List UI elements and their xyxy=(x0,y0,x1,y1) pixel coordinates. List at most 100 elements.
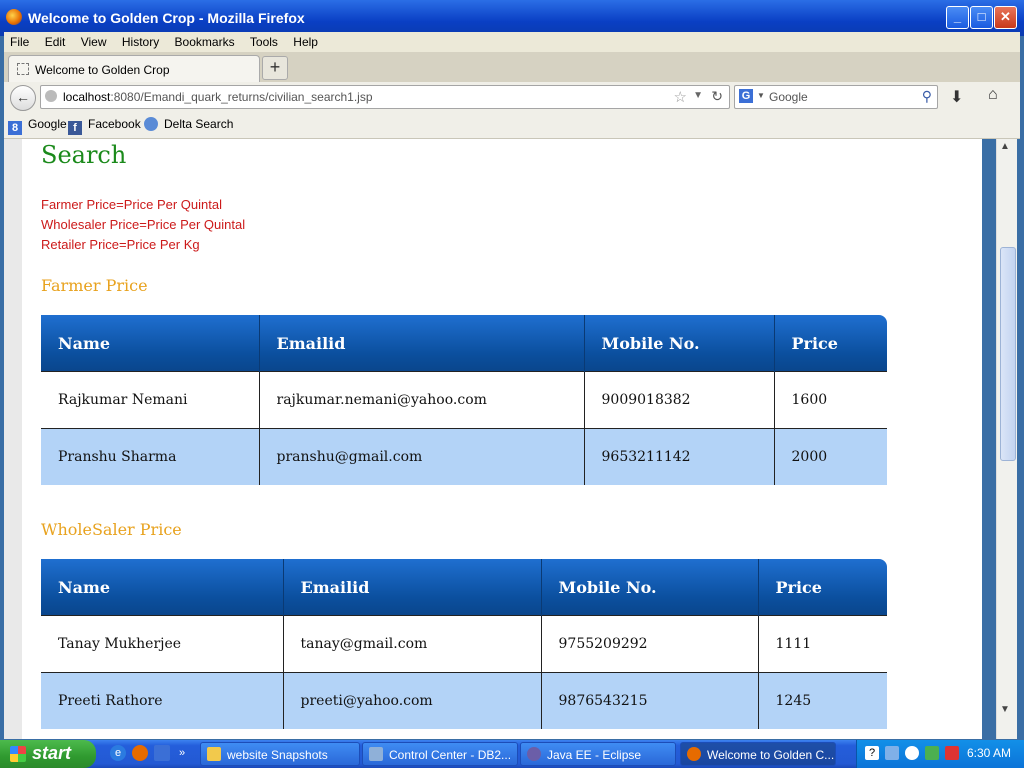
quicklaunch-expand-icon[interactable]: » xyxy=(176,745,188,761)
new-tab-button[interactable]: + xyxy=(262,56,288,80)
url-bar[interactable]: localhost:8080/Emandi_quark_returns/civi… xyxy=(40,85,730,109)
minimize-button[interactable]: _ xyxy=(946,6,969,29)
cell-price: 1111 xyxy=(758,615,887,673)
cell-name: Preeti Rathore xyxy=(41,672,284,729)
google-icon: 8 xyxy=(8,121,22,135)
arrow-icon[interactable] xyxy=(905,746,919,760)
search-box[interactable]: G ▼ Google ⚲ xyxy=(734,85,938,109)
tab-strip: Welcome to Golden Crop + xyxy=(4,52,1020,82)
menu-view[interactable]: View xyxy=(75,32,113,52)
window-title: Welcome to Golden Crop - Mozilla Firefox xyxy=(28,10,305,26)
cell-mobile: 9876543215 xyxy=(541,672,759,729)
column-header: Emailid xyxy=(283,559,542,616)
menu-help[interactable]: Help xyxy=(287,32,324,52)
back-button[interactable]: ← xyxy=(10,85,36,111)
wholesaler-price-table: Name Emailid Mobile No. Price Tanay Mukh… xyxy=(41,559,887,729)
scrollbar-thumb[interactable] xyxy=(1000,247,1016,461)
table-header-row: Name Emailid Mobile No. Price xyxy=(41,315,887,372)
farmer-price-table: Name Emailid Mobile No. Price Rajkumar N… xyxy=(41,315,887,485)
cell-mobile: 9009018382 xyxy=(584,371,775,429)
network-icon[interactable] xyxy=(885,746,899,760)
task-website-snapshots[interactable]: website Snapshots xyxy=(200,742,360,766)
table-row: Preeti Rathore preeti@yahoo.com 98765432… xyxy=(41,672,887,729)
cell-email: tanay@gmail.com xyxy=(283,615,542,673)
cell-name: Tanay Mukherjee xyxy=(41,615,284,673)
task-control-center[interactable]: Control Center - DB2... xyxy=(362,742,518,766)
menu-tools[interactable]: Tools xyxy=(244,32,284,52)
menu-edit[interactable]: Edit xyxy=(39,32,72,52)
table-header-row: Name Emailid Mobile No. Price xyxy=(41,559,887,616)
note-retailer-price: Retailer Price=Price Per Kg xyxy=(41,237,200,252)
tab-label: Welcome to Golden Crop xyxy=(35,63,170,77)
search-icon[interactable]: ⚲ xyxy=(922,88,932,105)
column-header: Name xyxy=(41,559,284,616)
tab-golden-crop[interactable]: Welcome to Golden Crop xyxy=(8,55,260,82)
page-content: Search Farmer Price=Price Per Quintal Wh… xyxy=(22,139,982,739)
page-viewport: Search Farmer Price=Price Per Quintal Wh… xyxy=(4,139,982,739)
search-placeholder: Google xyxy=(769,90,808,104)
quicklaunch-app-icon[interactable] xyxy=(154,745,170,761)
page-title: Search xyxy=(41,141,127,169)
note-wholesaler-price: Wholesaler Price=Price Per Quintal xyxy=(41,217,246,232)
help-icon[interactable]: ? xyxy=(865,746,879,760)
menu-bookmarks[interactable]: Bookmarks xyxy=(169,32,241,52)
column-header: Price xyxy=(774,315,887,372)
table-row: Pranshu Sharma pranshu@gmail.com 9653211… xyxy=(41,428,887,485)
close-button[interactable]: ✕ xyxy=(994,6,1017,29)
reload-icon[interactable]: ↻ xyxy=(711,88,723,105)
table-row: Rajkumar Nemani rajkumar.nemani@yahoo.co… xyxy=(41,371,887,429)
url-text: localhost:8080/Emandi_quark_returns/civi… xyxy=(63,90,373,104)
cell-name: Pranshu Sharma xyxy=(41,428,260,485)
start-button[interactable]: start xyxy=(0,740,96,768)
bookmark-delta-search[interactable]: Delta Search xyxy=(144,117,233,131)
clock: 6:30 AM xyxy=(967,746,1012,760)
cell-mobile: 9755209292 xyxy=(541,615,759,673)
download-icon[interactable]: ⬇ xyxy=(950,87,963,107)
ie-icon[interactable]: e xyxy=(110,745,126,761)
firefox-quicklaunch-icon[interactable] xyxy=(132,745,148,761)
column-header: Emailid xyxy=(259,315,585,372)
cell-price: 1245 xyxy=(758,672,887,729)
scroll-down-icon[interactable]: ▼ xyxy=(1000,704,1010,715)
navigation-bar: ← localhost:8080/Emandi_quark_returns/ci… xyxy=(4,82,1020,112)
cell-price: 2000 xyxy=(774,428,887,485)
maximize-button[interactable]: □ xyxy=(970,6,993,29)
cell-name: Rajkumar Nemani xyxy=(41,371,260,429)
task-firefox[interactable]: Welcome to Golden C... xyxy=(680,742,836,766)
tray-app-icon[interactable] xyxy=(945,746,959,760)
task-eclipse[interactable]: Java EE - Eclipse xyxy=(520,742,676,766)
menu-history[interactable]: History xyxy=(116,32,165,52)
engine-dropdown-icon[interactable]: ▼ xyxy=(757,91,765,100)
farmer-price-title: Farmer Price xyxy=(41,276,148,295)
db-tray-icon[interactable] xyxy=(925,746,939,760)
vertical-scrollbar[interactable]: ▲ ▼ xyxy=(996,139,1017,739)
taskbar: start e » website Snapshots Control Cent… xyxy=(0,740,1024,768)
home-icon[interactable]: ⌂ xyxy=(988,86,998,104)
bookmark-google[interactable]: 8 Google xyxy=(8,117,67,135)
column-header: Mobile No. xyxy=(541,559,759,616)
windows-logo-icon xyxy=(10,746,26,762)
wholesaler-price-title: WholeSaler Price xyxy=(41,520,182,539)
menu-file[interactable]: File xyxy=(4,32,35,52)
cell-email: preeti@yahoo.com xyxy=(283,672,542,729)
scroll-up-icon[interactable]: ▲ xyxy=(1000,141,1010,152)
bookmark-facebook[interactable]: f Facebook xyxy=(68,117,141,135)
cell-mobile: 9653211142 xyxy=(584,428,775,485)
system-tray: ? 6:30 AM xyxy=(856,740,1024,768)
db2-icon xyxy=(369,747,383,761)
firefox-icon xyxy=(6,9,22,25)
cell-email: pranshu@gmail.com xyxy=(259,428,585,485)
column-header: Name xyxy=(41,315,260,372)
magnifier-icon xyxy=(144,117,158,131)
cell-email: rajkumar.nemani@yahoo.com xyxy=(259,371,585,429)
google-engine-icon[interactable]: G xyxy=(739,89,753,103)
window-titlebar: Welcome to Golden Crop - Mozilla Firefox… xyxy=(0,0,1024,36)
url-dropdown-icon[interactable]: ▼ xyxy=(693,90,703,101)
folder-icon xyxy=(207,747,221,761)
cell-price: 1600 xyxy=(774,371,887,429)
column-header: Price xyxy=(758,559,887,616)
bookmark-star-icon[interactable]: ☆ xyxy=(674,88,687,106)
table-row: Tanay Mukherjee tanay@gmail.com 97552092… xyxy=(41,615,887,673)
column-header: Mobile No. xyxy=(584,315,775,372)
page-icon xyxy=(17,63,29,75)
